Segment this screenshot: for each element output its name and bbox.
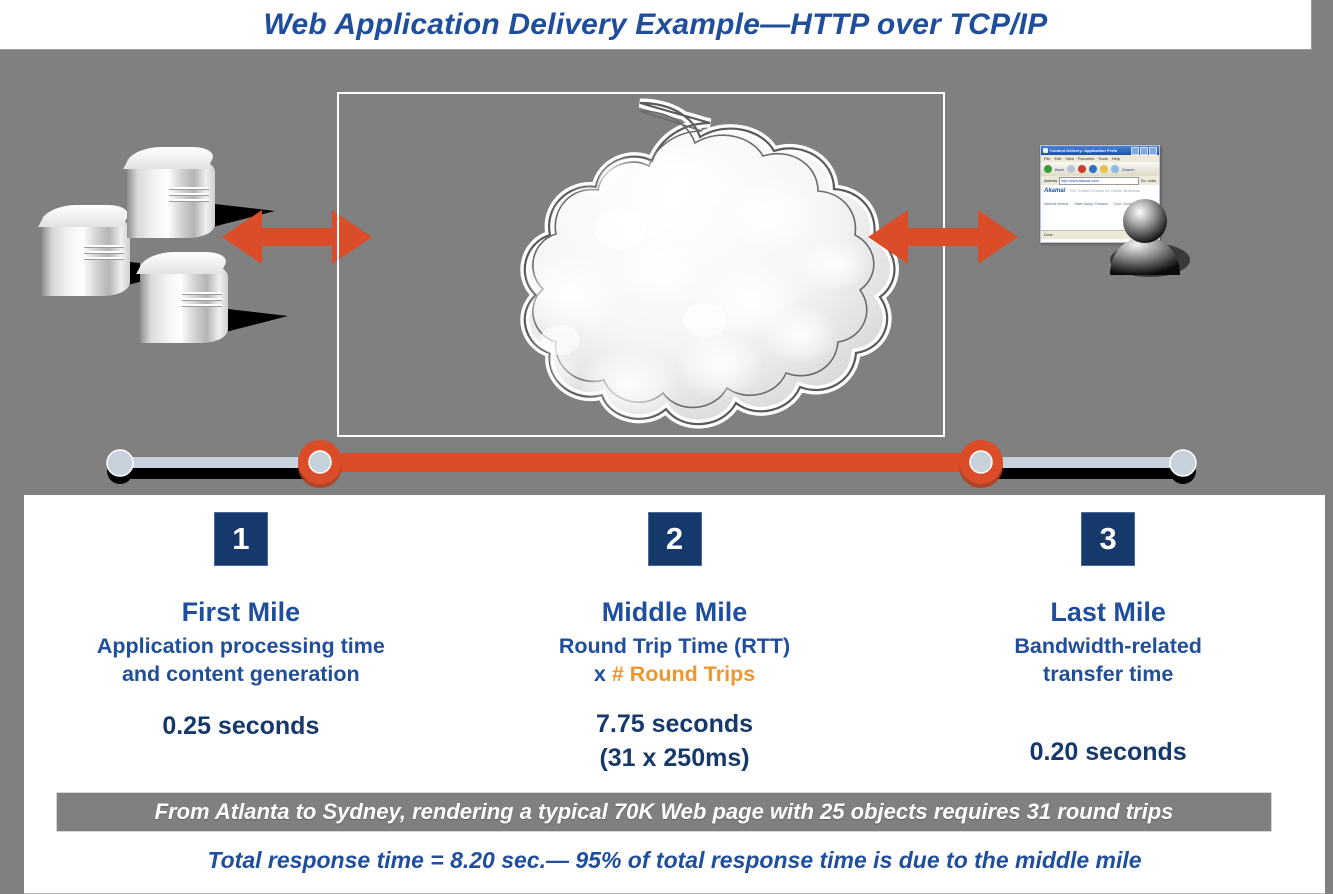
search-label: Search — [1121, 166, 1135, 172]
step-badge-3: 3 — [1081, 512, 1136, 566]
mile-columns: 1 First Mile Application processing time… — [24, 495, 1325, 776]
mile-description-last: Bandwidth-related transfer time — [891, 632, 1325, 689]
mile-value-first: 0.25 seconds — [24, 709, 458, 744]
browser-address-bar: Address http://www.akamai.com/ Go Links — [1041, 176, 1159, 185]
browser-title-bar: Content Delivery: Application Perfo — [1041, 146, 1159, 155]
mile-value-line: 0.25 seconds — [162, 711, 320, 740]
status-text: Done — [1044, 233, 1053, 237]
window-controls — [1131, 146, 1157, 155]
mile-description-line: and content generation — [121, 662, 360, 687]
mile-value-middle: 7.75 seconds (31 x 250ms) — [458, 707, 892, 776]
back-label: Back — [1055, 166, 1064, 172]
server-vents-icon — [182, 292, 222, 314]
diagram-stage: Content Delivery: Application Perfo File… — [0, 50, 1333, 495]
address-input: http://www.akamai.com/ — [1059, 176, 1139, 185]
server-icon — [123, 145, 275, 240]
home-icon — [1099, 165, 1108, 173]
server-top — [38, 205, 134, 227]
refresh-icon — [1088, 165, 1097, 173]
browser-window-title: Content Delivery: Application Perfo — [1050, 148, 1118, 153]
timeline-first-mile-segment — [112, 457, 327, 468]
mile-description-line: Round Trip Time (RTT) — [558, 633, 791, 658]
mile-value-line: 7.75 seconds — [595, 709, 754, 738]
user-browser-icon: Content Delivery: Application Perfo File… — [1040, 145, 1190, 280]
step-badge-2: 2 — [647, 512, 702, 566]
mile-column-last: 3 Last Mile Bandwidth-related transfer t… — [891, 495, 1325, 776]
server-icon — [136, 250, 288, 345]
menu-favorites: Favorites — [1077, 156, 1095, 161]
menu-view: View — [1065, 156, 1074, 161]
mile-value-line: (31 x 250ms) — [599, 744, 750, 773]
browser-app-icon — [1043, 148, 1048, 153]
mile-timeline — [0, 440, 1333, 488]
server-vents-icon — [169, 187, 209, 209]
page-title: Web Application Delivery Example—HTTP ov… — [263, 7, 1048, 41]
mile-title-first: First Mile — [181, 597, 301, 627]
menu-edit: Edit — [1054, 156, 1062, 161]
forward-icon — [1066, 165, 1075, 173]
mile-description-line-multiplier: x # Round Trips — [458, 660, 892, 689]
server-vents-icon — [84, 245, 124, 267]
server-top — [123, 147, 219, 169]
mile-description-middle: Round Trip Time (RTT) x # Round Trips — [458, 632, 892, 689]
mile-title-middle: Middle Mile — [601, 597, 748, 627]
search-icon — [1110, 165, 1119, 173]
browser-toolbar: Back Search — [1041, 162, 1159, 176]
timeline-node-last-mile-end — [1169, 449, 1197, 477]
mile-column-first: 1 First Mile Application processing time… — [24, 495, 458, 776]
step-badge-1: 1 — [213, 512, 268, 566]
scenario-note-text: From Atlanta to Sydney, rendering a typi… — [154, 799, 1174, 824]
menu-help: Help — [1111, 156, 1120, 161]
timeline-last-mile-segment — [975, 457, 1190, 468]
double-arrow-right-icon — [868, 210, 1018, 264]
page-link: Network Metrics — [1044, 202, 1069, 206]
mile-title-last: Last Mile — [1050, 597, 1166, 627]
akamai-logo: Akamai — [1044, 188, 1066, 194]
links-label: Links — [1147, 178, 1156, 183]
slide-title-band: Web Application Delivery Example—HTTP ov… — [0, 0, 1312, 50]
internet-cloud-icon — [330, 85, 950, 450]
go-button: Go — [1140, 178, 1146, 183]
mile-description-line: Bandwidth-related — [1014, 633, 1202, 658]
page-tagline: The Trusted Choice for Online Business — [1069, 188, 1140, 193]
scenario-note-banner: From Atlanta to Sydney, rendering a typi… — [56, 792, 1272, 832]
total-response-line: Total response time = 8.20 sec.— 95% of … — [24, 847, 1325, 874]
menu-file: File — [1044, 156, 1051, 161]
round-trips-accent: # Round Trips — [611, 662, 756, 687]
timeline-middle-mile-segment — [318, 453, 983, 472]
multiplier-symbol: x — [593, 662, 606, 687]
browser-menu-bar: File Edit View Favorites Tools Help — [1041, 155, 1159, 162]
mile-column-middle: 2 Middle Mile Round Trip Time (RTT) x # … — [458, 495, 892, 776]
mile-description-line: transfer time — [1043, 662, 1174, 687]
server-icon — [38, 203, 190, 298]
stop-icon — [1077, 165, 1086, 173]
user-avatar-icon — [1110, 199, 1190, 277]
server-top — [136, 252, 232, 274]
back-icon — [1044, 165, 1052, 173]
mile-description-line: Application processing time — [96, 633, 385, 658]
timeline-node-first-mile-start — [106, 449, 134, 477]
mile-value-line: 0.20 seconds — [1029, 737, 1187, 766]
address-label: Address — [1044, 178, 1058, 183]
menu-tools: Tools — [1098, 156, 1108, 161]
mile-value-last: 0.20 seconds — [891, 735, 1325, 770]
total-response-text: Total response time = 8.20 sec.— 95% of … — [207, 847, 1142, 873]
mile-description-first: Application processing time and content … — [24, 632, 458, 689]
mile-breakdown-panel: 1 First Mile Application processing time… — [24, 495, 1325, 894]
